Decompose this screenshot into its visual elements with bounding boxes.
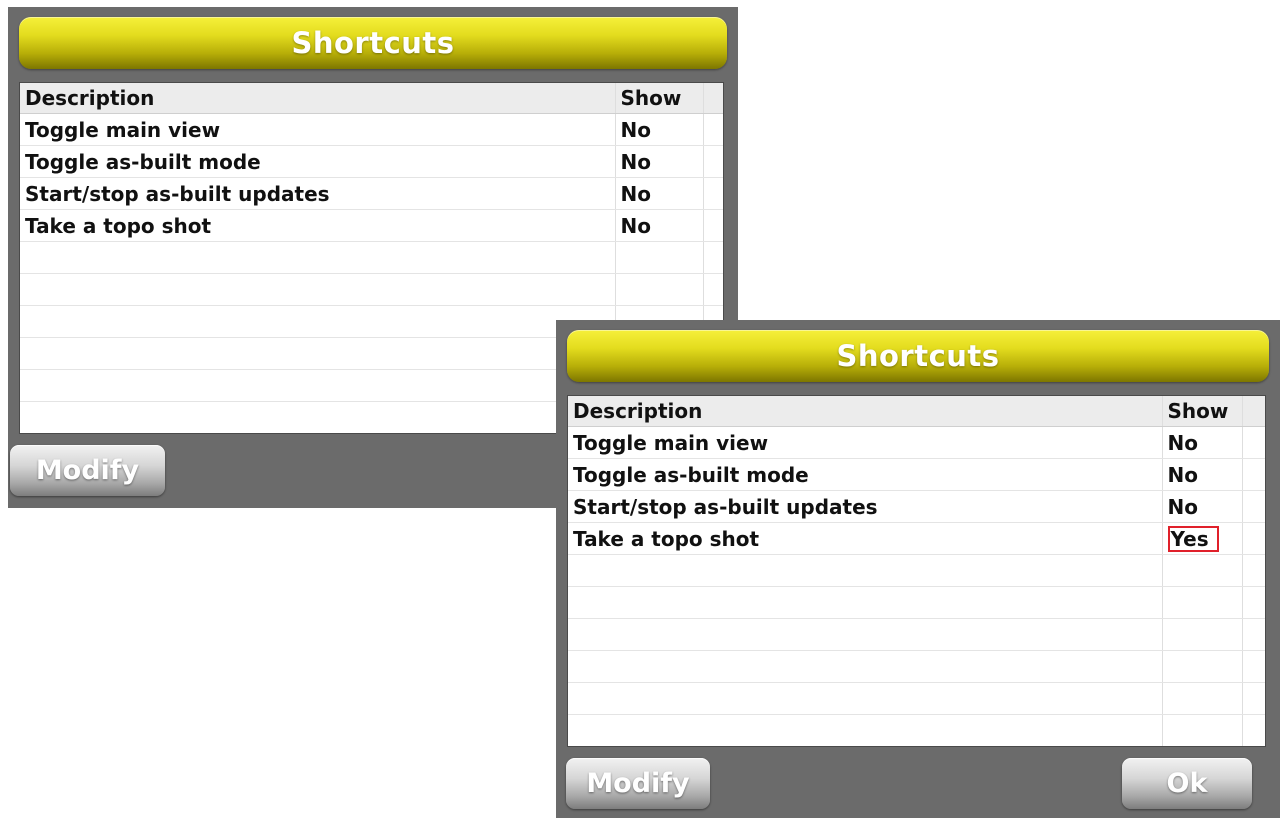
empty-cell bbox=[568, 714, 1163, 746]
shortcuts-table: Description Show Toggle main view No Tog… bbox=[567, 395, 1266, 747]
empty-cell bbox=[1242, 714, 1265, 746]
empty-cell bbox=[1162, 554, 1243, 587]
row-filler bbox=[1242, 522, 1265, 555]
table-row[interactable]: Toggle main view No bbox=[20, 113, 723, 146]
row-show-value[interactable]: No bbox=[1162, 490, 1243, 523]
table-header-row: Description Show bbox=[20, 83, 723, 114]
shortcuts-dialog-after: Shortcuts Description Show Toggle main v… bbox=[556, 320, 1280, 818]
empty-row bbox=[568, 554, 1265, 587]
row-description[interactable]: Start/stop as-built updates bbox=[20, 177, 616, 210]
row-filler bbox=[1242, 490, 1265, 523]
modify-button[interactable]: Modify bbox=[566, 758, 710, 809]
row-show-value[interactable]: No bbox=[615, 113, 704, 146]
empty-row bbox=[568, 682, 1265, 715]
column-header-description[interactable]: Description bbox=[568, 396, 1163, 427]
table-header-row: Description Show bbox=[568, 396, 1265, 427]
empty-cell bbox=[20, 401, 616, 433]
row-description[interactable]: Take a topo shot bbox=[568, 522, 1163, 555]
empty-cell bbox=[1242, 618, 1265, 651]
row-description[interactable]: Toggle as-built mode bbox=[568, 458, 1163, 491]
column-header-show[interactable]: Show bbox=[615, 83, 704, 114]
table-row[interactable]: Start/stop as-built updates No bbox=[20, 177, 723, 210]
empty-cell bbox=[568, 618, 1163, 651]
column-header-show[interactable]: Show bbox=[1162, 396, 1243, 427]
empty-cell bbox=[615, 241, 704, 274]
empty-cell bbox=[20, 241, 616, 274]
empty-cell bbox=[1242, 650, 1265, 683]
dialog-title: Shortcuts bbox=[291, 26, 455, 60]
row-show-value[interactable]: No bbox=[615, 209, 704, 242]
empty-row bbox=[568, 618, 1265, 651]
empty-cell bbox=[1242, 554, 1265, 587]
dialog-title-bar: Shortcuts bbox=[19, 17, 727, 69]
column-header-filler bbox=[1242, 396, 1265, 427]
row-show-value[interactable]: No bbox=[1162, 426, 1243, 459]
empty-cell bbox=[1242, 682, 1265, 715]
row-filler bbox=[703, 145, 723, 178]
row-description[interactable]: Start/stop as-built updates bbox=[568, 490, 1163, 523]
column-header-description[interactable]: Description bbox=[20, 83, 616, 114]
empty-cell bbox=[1162, 714, 1243, 746]
row-filler bbox=[703, 113, 723, 146]
table-row-selected[interactable]: Take a topo shot Yes bbox=[568, 522, 1265, 555]
row-filler bbox=[1242, 458, 1265, 491]
empty-cell bbox=[1162, 586, 1243, 619]
row-show-value[interactable]: No bbox=[615, 177, 704, 210]
empty-row bbox=[20, 273, 723, 306]
table-row[interactable]: Take a topo shot No bbox=[20, 209, 723, 242]
empty-cell bbox=[20, 369, 616, 402]
empty-cell bbox=[703, 273, 723, 306]
table-row[interactable]: Toggle as-built mode No bbox=[20, 145, 723, 178]
row-description[interactable]: Toggle as-built mode bbox=[20, 145, 616, 178]
empty-cell bbox=[568, 586, 1163, 619]
empty-cell bbox=[20, 273, 616, 306]
empty-row bbox=[568, 714, 1265, 746]
empty-cell bbox=[703, 241, 723, 274]
table-row[interactable]: Toggle main view No bbox=[568, 426, 1265, 459]
dialog-title: Shortcuts bbox=[836, 339, 1000, 373]
empty-row bbox=[20, 241, 723, 274]
empty-cell bbox=[20, 337, 616, 370]
row-show-value[interactable]: Yes bbox=[1162, 522, 1243, 555]
dialog-title-bar: Shortcuts bbox=[567, 330, 1269, 382]
empty-row bbox=[568, 650, 1265, 683]
table-row[interactable]: Toggle as-built mode No bbox=[568, 458, 1265, 491]
row-filler bbox=[703, 209, 723, 242]
empty-row bbox=[568, 586, 1265, 619]
row-show-value[interactable]: No bbox=[615, 145, 704, 178]
row-description[interactable]: Toggle main view bbox=[568, 426, 1163, 459]
empty-cell bbox=[1162, 618, 1243, 651]
table-row[interactable]: Start/stop as-built updates No bbox=[568, 490, 1265, 523]
empty-cell bbox=[1242, 586, 1265, 619]
row-filler bbox=[703, 177, 723, 210]
empty-cell bbox=[20, 305, 616, 338]
empty-cell bbox=[568, 554, 1163, 587]
column-header-filler bbox=[703, 83, 723, 114]
row-description[interactable]: Toggle main view bbox=[20, 113, 616, 146]
row-description[interactable]: Take a topo shot bbox=[20, 209, 616, 242]
row-show-value[interactable]: No bbox=[1162, 458, 1243, 491]
highlighted-show-value[interactable]: Yes bbox=[1167, 525, 1219, 552]
empty-cell bbox=[568, 682, 1163, 715]
modify-button[interactable]: Modify bbox=[10, 445, 165, 496]
empty-cell bbox=[615, 273, 704, 306]
empty-cell bbox=[1162, 682, 1243, 715]
ok-button[interactable]: Ok bbox=[1122, 758, 1252, 809]
empty-cell bbox=[568, 650, 1163, 683]
row-filler bbox=[1242, 426, 1265, 459]
empty-cell bbox=[1162, 650, 1243, 683]
